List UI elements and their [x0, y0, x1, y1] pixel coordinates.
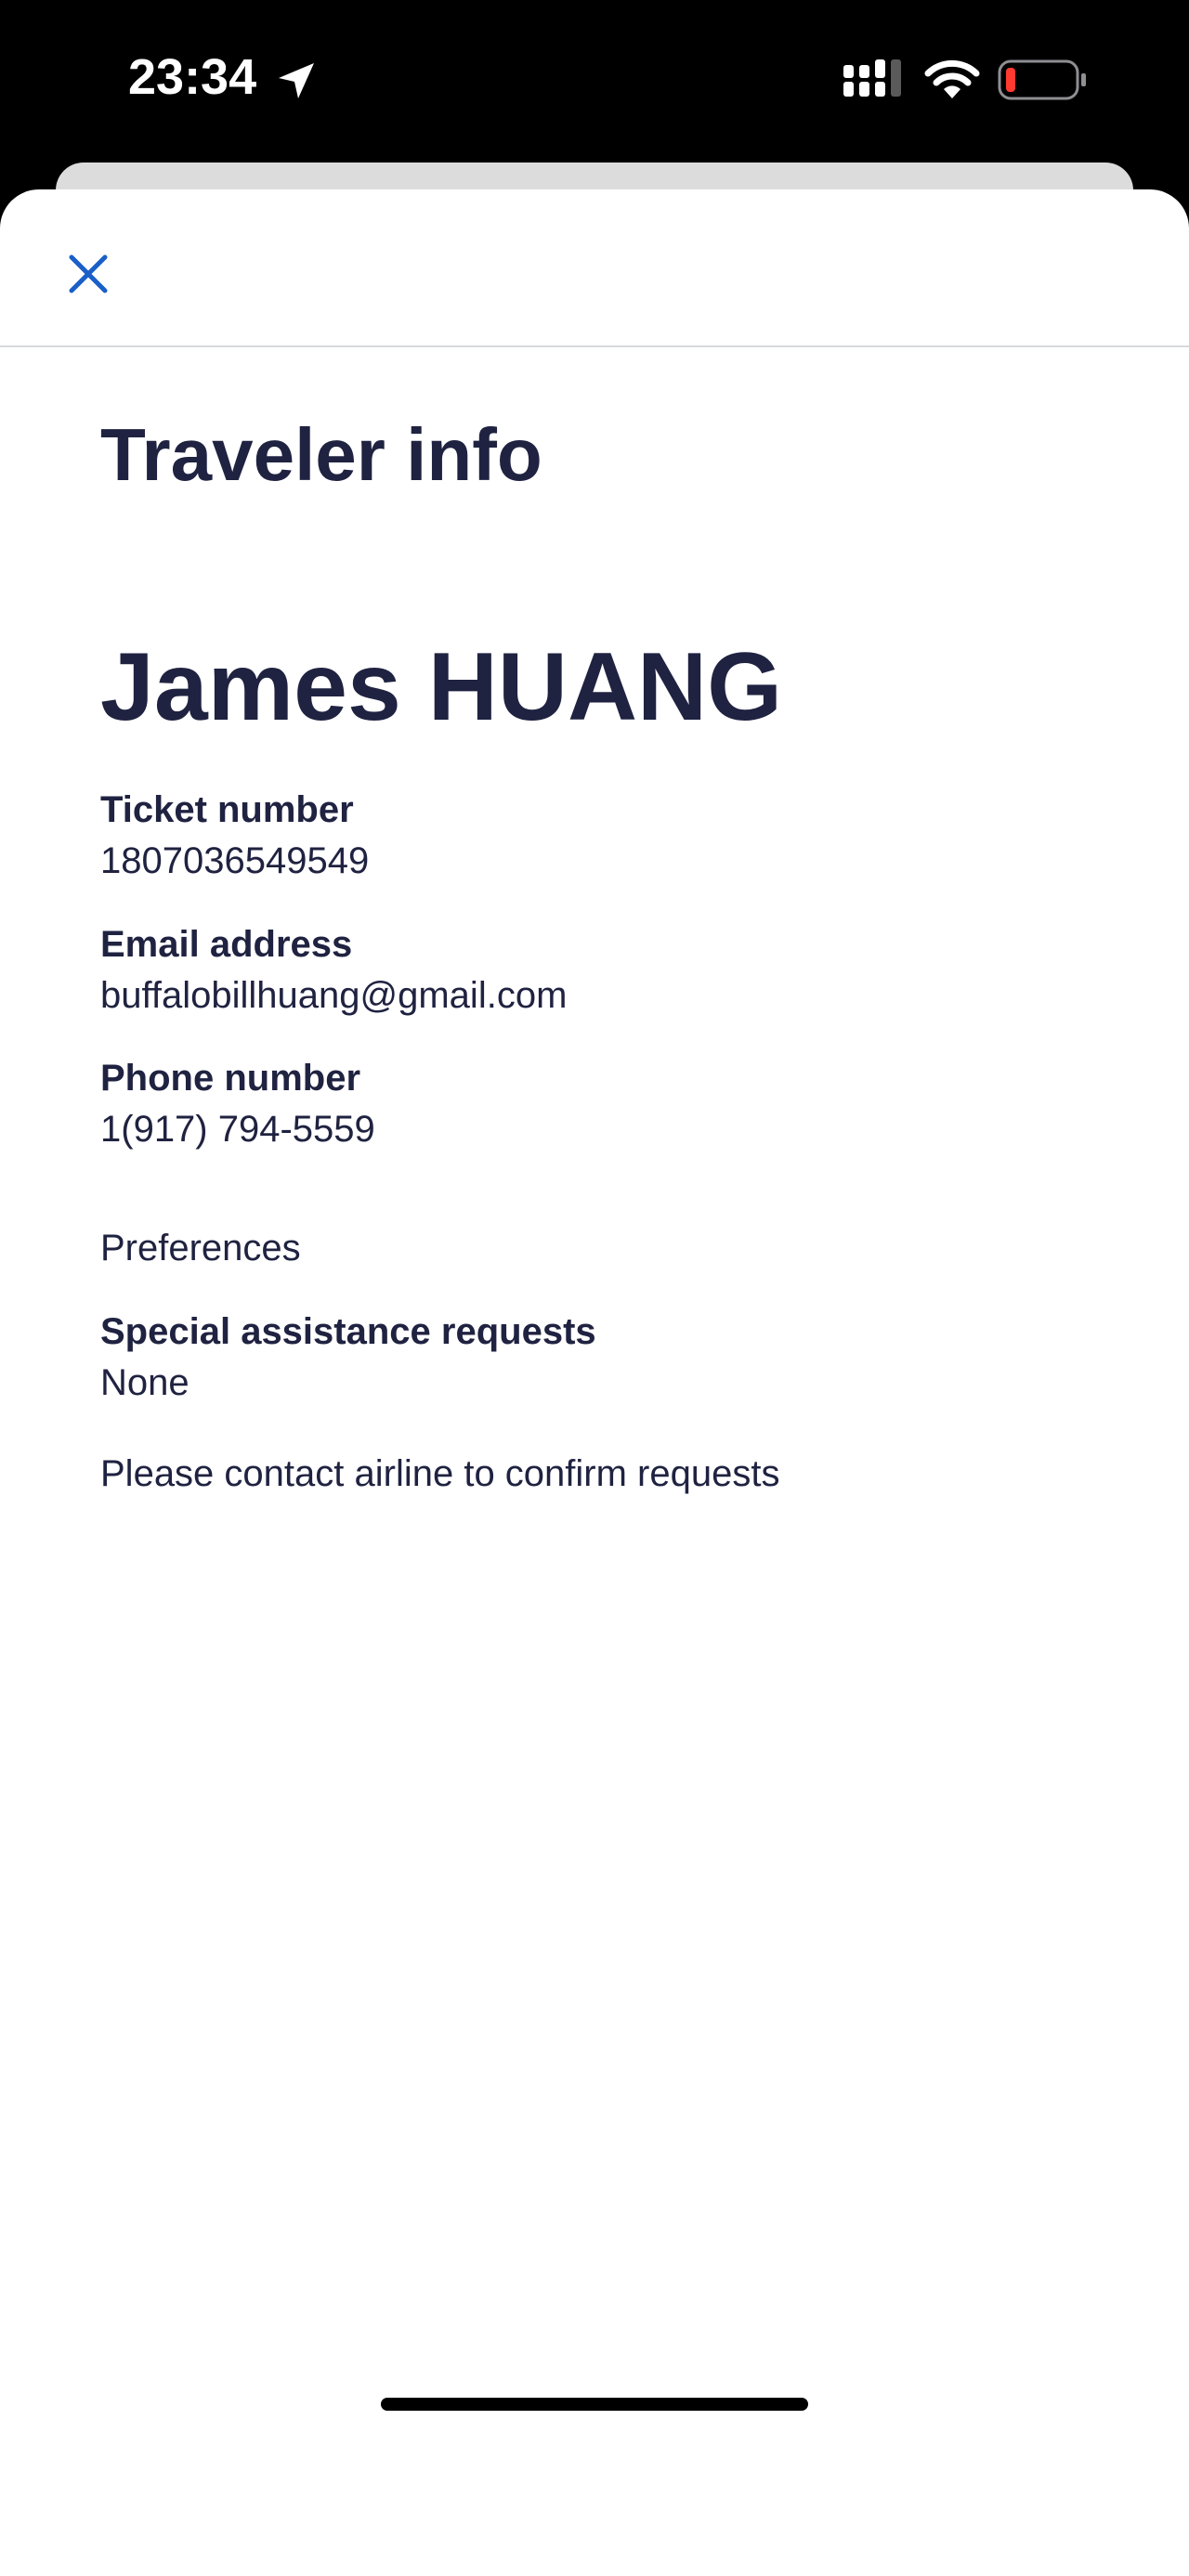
- wifi-icon: [924, 59, 980, 98]
- cellular-signal-icon: [843, 59, 901, 97]
- email-address-field: Email address buffalobillhuang@gmail.com: [100, 922, 1122, 1019]
- close-icon: [69, 254, 108, 293]
- email-address-value: buffalobillhuang@gmail.com: [100, 975, 568, 1016]
- page-title: Traveler info: [100, 413, 542, 496]
- special-assistance-field: Special assistance requests None: [100, 1309, 1122, 1406]
- location-arrow-icon: [279, 63, 314, 98]
- traveler-name: James HUANG: [100, 633, 783, 741]
- status-bar: 23:34: [0, 0, 1189, 163]
- phone-number-value: 1(917) 794-5559: [100, 1109, 375, 1150]
- sheet-header: [0, 189, 1189, 347]
- special-assistance-label: Special assistance requests: [100, 1311, 596, 1352]
- battery-low-icon: [998, 59, 1086, 100]
- ticket-number-label: Ticket number: [100, 789, 354, 830]
- home-indicator[interactable]: [381, 2398, 808, 2411]
- email-address-label: Email address: [100, 924, 353, 965]
- preferences-heading: Preferences: [100, 1228, 301, 1268]
- airline-contact-note: Please contact airline to confirm reques…: [100, 1453, 780, 1494]
- ticket-number-value: 1807036549549: [100, 840, 370, 881]
- traveler-info-sheet: Traveler info James HUANG Ticket number …: [0, 189, 1189, 2576]
- phone-number-field: Phone number 1(917) 794-5559: [100, 1056, 1122, 1152]
- ticket-number-field: Ticket number 1807036549549: [100, 787, 1122, 884]
- special-assistance-value: None: [100, 1362, 189, 1403]
- phone-number-label: Phone number: [100, 1058, 361, 1099]
- close-button[interactable]: [50, 236, 126, 312]
- status-time: 23:34: [128, 49, 257, 105]
